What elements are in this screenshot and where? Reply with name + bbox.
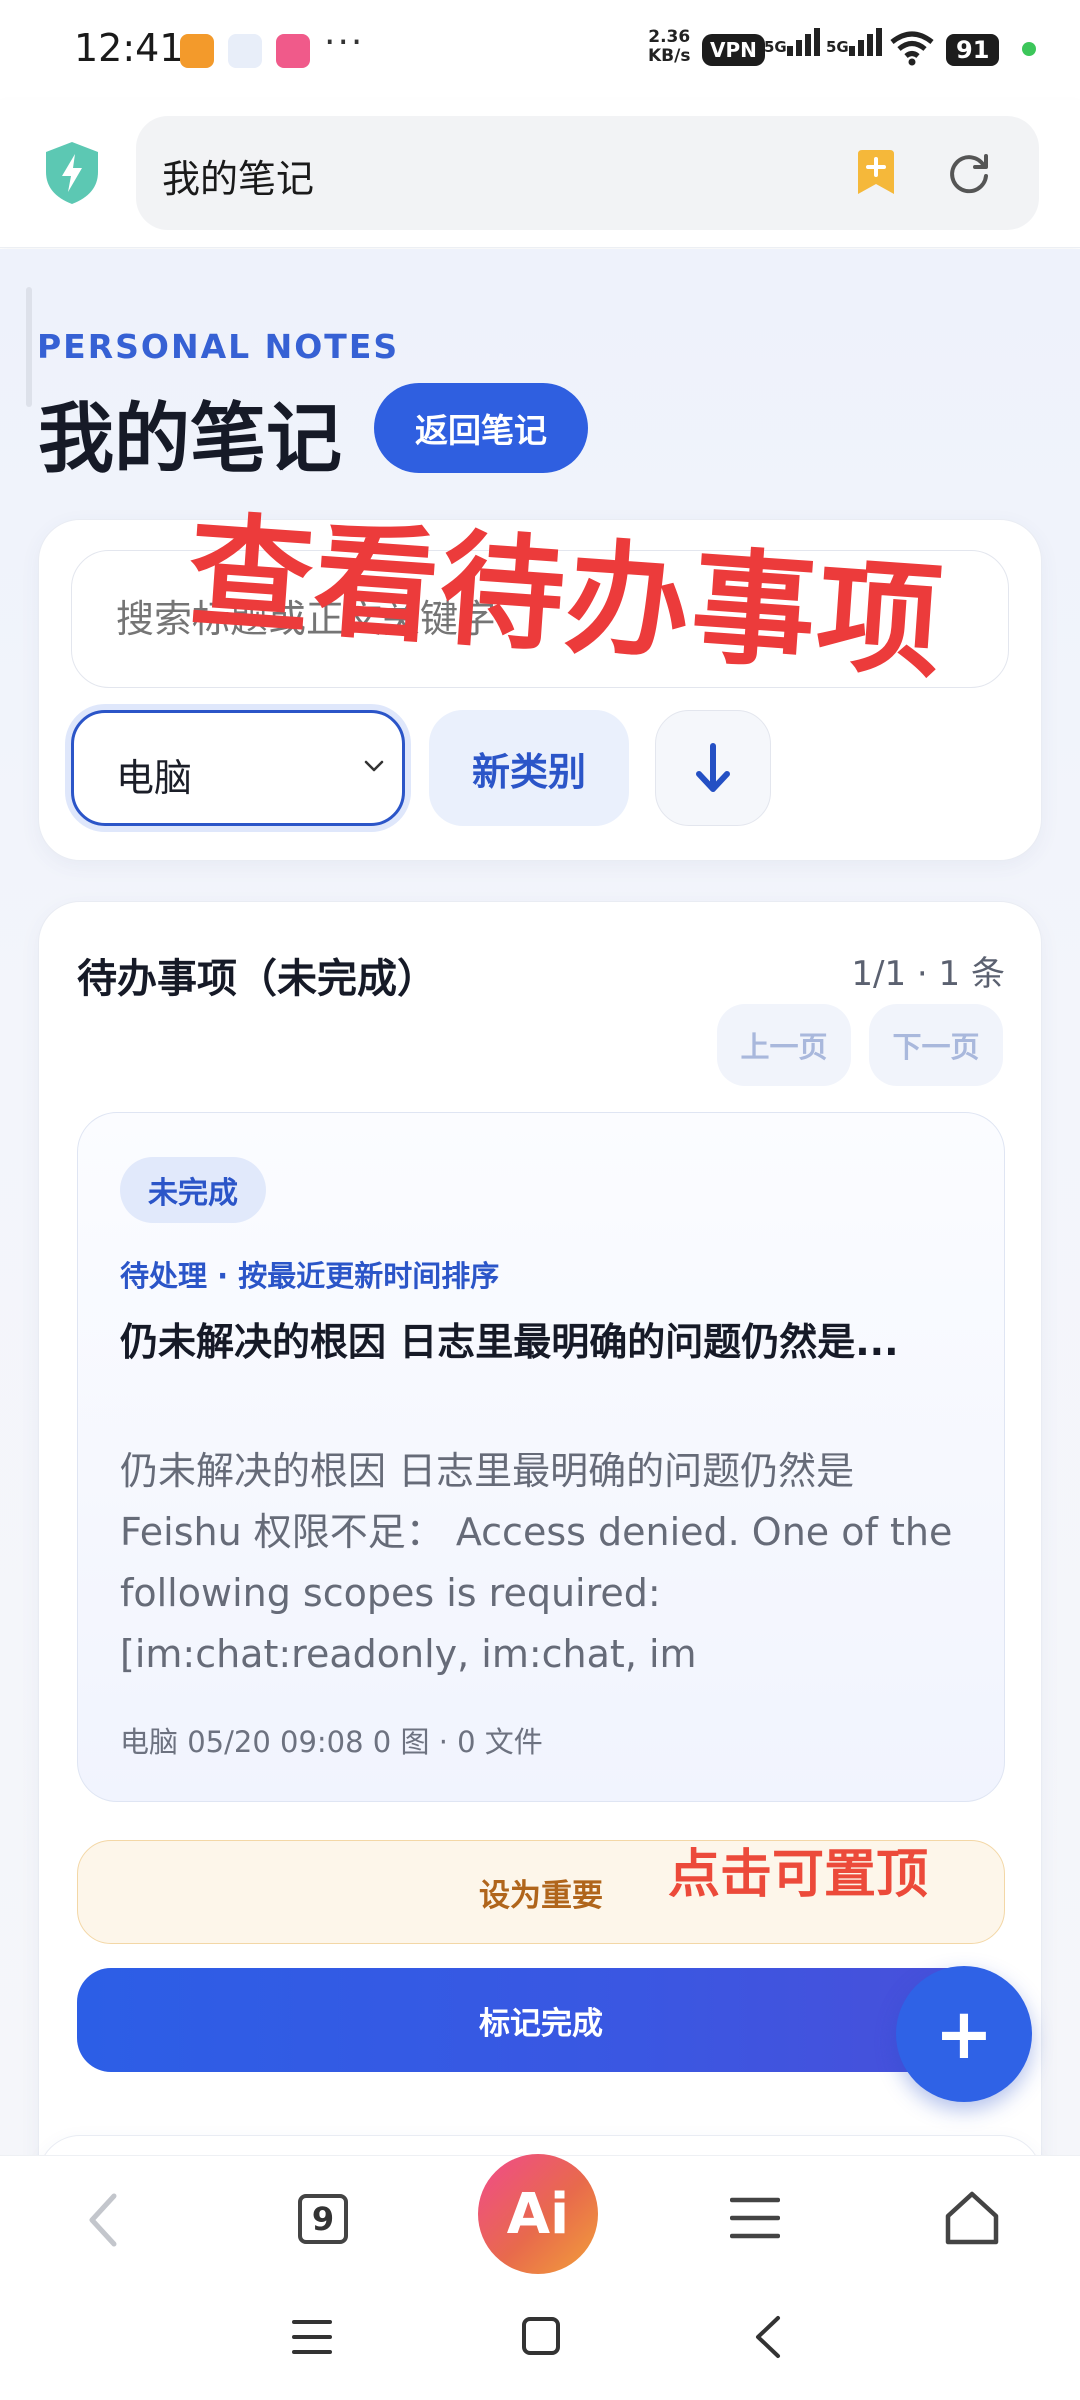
- status-badge: 未完成: [120, 1157, 266, 1223]
- category-value: 电脑: [116, 756, 193, 800]
- page-count: 1/1 · 1 条: [851, 954, 1005, 994]
- back-arrow-icon[interactable]: [84, 2190, 124, 2250]
- notification-app-icon: [180, 34, 214, 68]
- category-select[interactable]: 电脑: [71, 710, 405, 826]
- list-title: 待办事项（未完成）: [77, 956, 437, 1002]
- system-home-icon[interactable]: [522, 2317, 560, 2355]
- note-body: 仍未解决的根因 日志里最明确的问题仍然是 Feishu 权限不足： Access…: [120, 1449, 953, 1676]
- notification-bilibili-icon: [276, 34, 310, 68]
- vpn-badge: VPN: [702, 34, 765, 66]
- system-navigation-bar: [0, 2285, 1080, 2400]
- menu-icon[interactable]: [730, 2196, 780, 2240]
- note-item-card[interactable]: 未完成 待处理 · 按最近更新时间排序 仍未解决的根因 日志里最明确的问题仍然是…: [77, 1112, 1005, 1802]
- page-title-in-address-bar: 我的笔记: [162, 157, 315, 201]
- sim2-label: 5G: [826, 38, 849, 56]
- active-dot: [1022, 42, 1036, 56]
- more-notifications: ···: [324, 22, 365, 63]
- eyebrow-label: PERSONAL NOTES: [37, 327, 400, 366]
- todo-list-card: 待办事项（未完成） 1/1 · 1 条 上一页 下一页 未完成 待处理 · 按最…: [38, 901, 1042, 2155]
- next-section-card: [38, 2135, 1042, 2155]
- system-back-icon[interactable]: [754, 2315, 782, 2359]
- prev-page-button[interactable]: 上一页: [717, 1004, 851, 1086]
- refresh-icon[interactable]: [946, 150, 992, 196]
- browser-bottom-nav: 9 Ai: [0, 2154, 1080, 2285]
- note-title: 仍未解决的根因 日志里最明确的问题仍然是...: [120, 1320, 899, 1364]
- sim1-label: 5G: [764, 38, 787, 56]
- back-to-notes-button[interactable]: 返回笔记: [374, 383, 588, 473]
- network-speed-unit: KB/s: [648, 46, 691, 66]
- signal-sim1-icon: 5G: [764, 28, 823, 56]
- status-bar: 12:41 ··· 2.36 KB/s VPN 5G 5G 91: [0, 0, 1080, 100]
- sort-order-button[interactable]: [655, 710, 771, 826]
- signal-sim2-icon: 5G: [826, 28, 885, 56]
- notification-telegram-icon: [228, 34, 262, 68]
- annotation-tap-to-pin: 点击可置顶: [668, 1845, 929, 1905]
- note-meta: 待处理 · 按最近更新时间排序: [120, 1259, 500, 1293]
- chevron-down-icon: [364, 760, 384, 772]
- add-note-fab[interactable]: +: [896, 1966, 1032, 2102]
- note-footer: 电脑 05/20 09:08 0 图 · 0 文件: [120, 1725, 543, 1759]
- add-bookmark-icon[interactable]: [854, 150, 898, 196]
- browser-toolbar: 我的笔记: [0, 100, 1080, 248]
- arrow-down-icon: [696, 743, 730, 792]
- address-bar[interactable]: 我的笔记: [136, 116, 1039, 230]
- ai-assistant-button[interactable]: Ai: [478, 2154, 598, 2274]
- recent-apps-icon[interactable]: [292, 2319, 332, 2355]
- mark-complete-button[interactable]: 标记完成: [77, 1968, 1005, 2072]
- tabs-count-button[interactable]: 9: [298, 2194, 348, 2244]
- network-speed-value: 2.36: [648, 27, 691, 47]
- battery-indicator: 91: [946, 34, 1000, 66]
- page-title: 我的笔记: [38, 394, 342, 483]
- new-category-button[interactable]: 新类别: [429, 710, 629, 826]
- scroll-indicator[interactable]: [26, 287, 32, 407]
- wifi-icon: [890, 31, 934, 66]
- security-shield-icon[interactable]: [42, 140, 102, 206]
- network-speed: 2.36 KB/s: [648, 28, 690, 66]
- status-time: 12:41: [74, 26, 184, 70]
- home-icon[interactable]: [944, 2190, 1000, 2246]
- next-page-button[interactable]: 下一页: [869, 1004, 1003, 1086]
